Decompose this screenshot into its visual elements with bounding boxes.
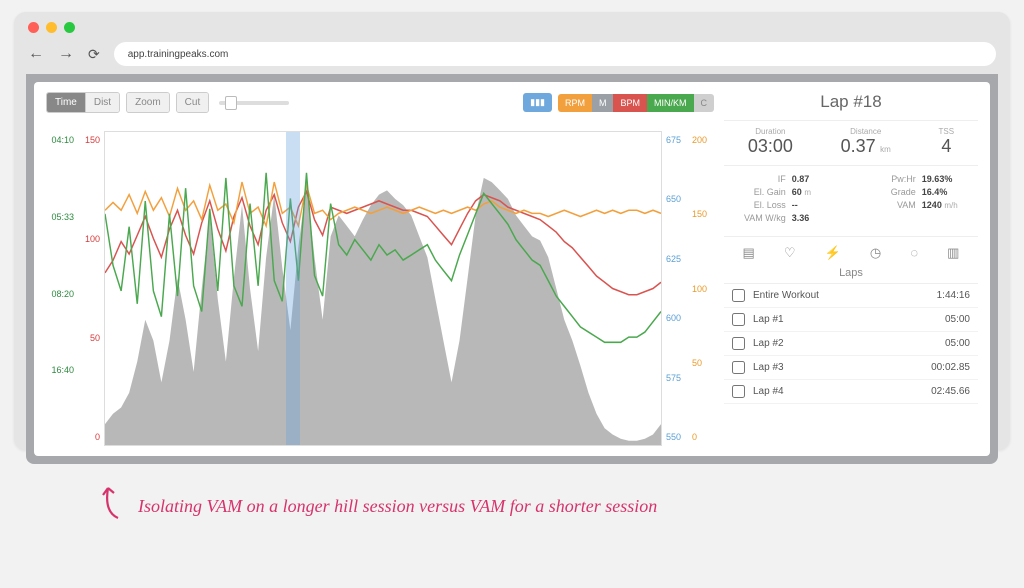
url-input[interactable]: app.trainingpeaks.com (114, 42, 996, 66)
pace-toggle[interactable]: MIN/KM (647, 94, 694, 112)
chart-type-button[interactable]: ▮▮▮ (523, 93, 552, 112)
lap-row[interactable]: Lap #205:00 (724, 332, 978, 356)
arrow-icon (98, 482, 128, 520)
annotation-text: Isolating VAM on a longer hill session v… (138, 482, 657, 517)
clock-icon[interactable]: ◷ (870, 245, 881, 261)
stat-row: El. Gain60 m (730, 187, 842, 197)
lap-row[interactable]: Lap #300:02.85 (724, 356, 978, 380)
zoom-group: Zoom (126, 92, 170, 113)
lap-checkbox[interactable] (732, 313, 745, 326)
cut-group: Cut (176, 92, 210, 113)
stat-row: VAM W/kg3.36 (730, 213, 842, 223)
y-axis-rpm: 200 150 100 50 0 (692, 131, 714, 446)
smoothing-slider[interactable] (219, 101, 289, 105)
side-panel: Lap #18 Duration 03:00 Distance 0.37 km … (724, 92, 978, 446)
annotation: Isolating VAM on a longer hill session v… (98, 482, 657, 520)
lap-row[interactable]: Lap #105:00 (724, 308, 978, 332)
cadence-toggle[interactable]: C (694, 94, 715, 112)
minimize-icon[interactable] (46, 22, 57, 33)
laps-header: Laps (724, 265, 978, 284)
heart-icon[interactable]: ♡ (784, 245, 796, 261)
stat-row: Pw:Hr19.63% (860, 174, 972, 184)
xaxis-toggle: Time Dist (46, 92, 120, 113)
lap-checkbox[interactable] (732, 361, 745, 374)
lap-summary: Duration 03:00 Distance 0.37 km TSS 4 (724, 120, 978, 166)
bpm-toggle[interactable]: BPM (613, 94, 647, 112)
chart-plot[interactable] (104, 131, 662, 446)
lap-row[interactable]: Entire Workout1:44:16 (724, 284, 978, 308)
y-axis-pace: 04:10 05:33 08:20 16:40 (46, 131, 74, 446)
metric-toggles: RPM M BPM MIN/KM C (558, 94, 714, 112)
y-axis-elev: 675 650 625 600 575 550 (666, 131, 688, 446)
stat-row: VAM1240 m/h (860, 200, 972, 210)
page: Time Dist Zoom Cut ▮▮▮ RPM (34, 82, 990, 456)
laps-icon[interactable]: ▥ (947, 245, 959, 261)
distance-stat: Distance 0.37 km (841, 127, 891, 157)
stats-right-col: Pw:Hr19.63% Grade16.4% VAM1240 m/h (860, 174, 972, 226)
stat-row: Grade16.4% (860, 187, 972, 197)
lap-title: Lap #18 (724, 92, 978, 112)
back-icon[interactable]: ← (28, 45, 44, 63)
selection-band[interactable] (286, 132, 300, 445)
refresh-icon[interactable]: ⟳ (88, 46, 100, 63)
close-icon[interactable] (28, 22, 39, 33)
elev-toggle[interactable]: M (592, 94, 614, 112)
y-axis-bpm: 150 100 50 0 (78, 131, 100, 446)
stat-row: IF0.87 (730, 174, 842, 184)
cut-button[interactable]: Cut (177, 93, 209, 112)
forward-icon[interactable]: → (58, 45, 74, 63)
tss-stat: TSS 4 (939, 127, 955, 157)
dist-button[interactable]: Dist (86, 93, 119, 112)
chart-area: 04:10 05:33 08:20 16:40 150 100 50 0 (46, 131, 714, 446)
address-bar-row: ← → ⟳ app.trainingpeaks.com (14, 42, 1010, 74)
lap-list: Entire Workout1:44:16Lap #105:00Lap #205… (724, 284, 978, 446)
rpm-toggle[interactable]: RPM (558, 94, 592, 112)
detail-tabs: ▤ ♡ ⚡ ◷ ◌ ▥ (724, 237, 978, 265)
url-text: app.trainingpeaks.com (128, 49, 229, 60)
chart-svg (105, 132, 661, 445)
main-panel: Time Dist Zoom Cut ▮▮▮ RPM (46, 92, 714, 446)
duration-stat: Duration 03:00 (748, 127, 793, 157)
time-button[interactable]: Time (47, 93, 86, 112)
titlebar (14, 12, 1010, 42)
chart-toolbar: Time Dist Zoom Cut ▮▮▮ RPM (46, 92, 714, 113)
viewport: Time Dist Zoom Cut ▮▮▮ RPM (26, 74, 998, 464)
bar-chart-icon[interactable]: ▮▮▮ (523, 93, 552, 112)
stat-row: El. Loss-- (730, 200, 842, 210)
lap-checkbox[interactable] (732, 337, 745, 350)
maximize-icon[interactable] (64, 22, 75, 33)
stats-left-col: IF0.87 El. Gain60 m El. Loss-- VAM W/kg3.… (730, 174, 842, 226)
zoom-button[interactable]: Zoom (127, 93, 169, 112)
notes-icon[interactable]: ▤ (743, 245, 755, 261)
cadence-icon[interactable]: ◌ (910, 245, 918, 261)
lap-checkbox[interactable] (732, 289, 745, 302)
lap-stats: IF0.87 El. Gain60 m El. Loss-- VAM W/kg3.… (724, 174, 978, 237)
browser-window: ← → ⟳ app.trainingpeaks.com Time Dist Zo… (14, 12, 1010, 450)
slider-thumb[interactable] (225, 96, 237, 110)
power-icon[interactable]: ⚡ (825, 245, 841, 261)
lap-checkbox[interactable] (732, 385, 745, 398)
lap-row[interactable]: Lap #402:45.66 (724, 380, 978, 404)
